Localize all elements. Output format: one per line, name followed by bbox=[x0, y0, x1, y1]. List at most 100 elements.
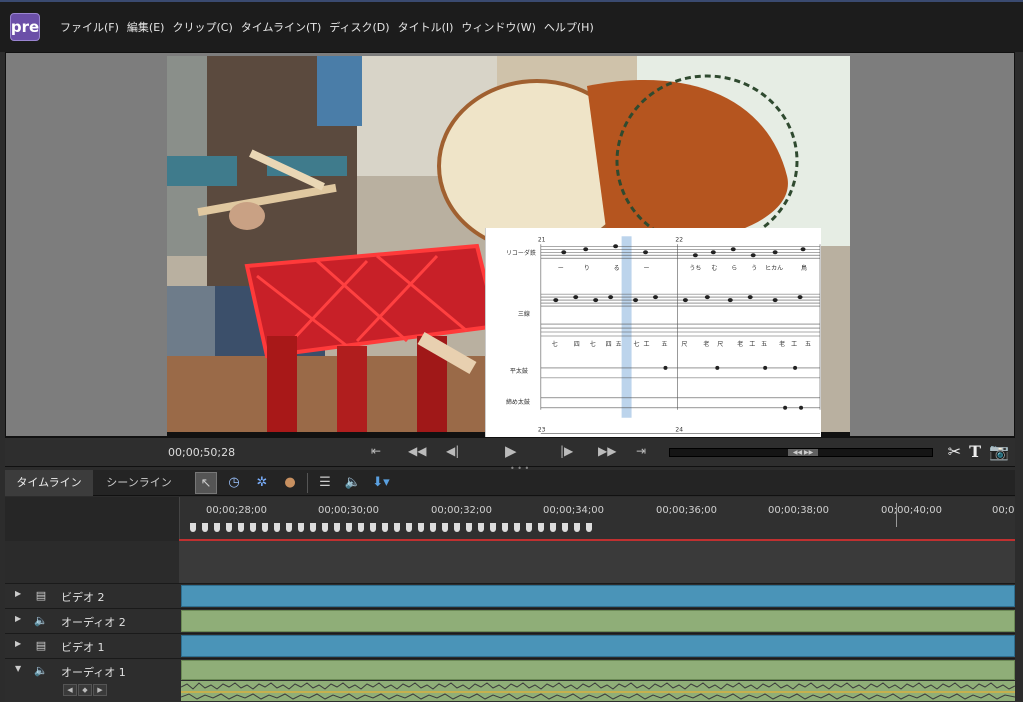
smartmix-icon[interactable]: ● bbox=[279, 472, 301, 494]
play-button[interactable]: ▶ bbox=[505, 442, 517, 460]
video-clip[interactable] bbox=[181, 585, 1015, 607]
beat-marker[interactable] bbox=[478, 523, 484, 532]
speaker-icon: 🔈 bbox=[34, 664, 48, 677]
score-lyric: ー bbox=[644, 265, 650, 272]
audio-clip[interactable] bbox=[181, 610, 1015, 632]
ruler-label: 00;00;30;00 bbox=[318, 505, 380, 516]
track-name: オーディオ 2 bbox=[61, 616, 126, 629]
audio-clip[interactable] bbox=[181, 660, 1015, 680]
beat-marker[interactable] bbox=[586, 523, 592, 532]
smart-trim-icon[interactable]: ✲ bbox=[251, 472, 273, 494]
audio-mixer-icon[interactable]: 🔈▾ bbox=[342, 472, 364, 512]
beat-marker[interactable] bbox=[430, 523, 436, 532]
trim-in-icon[interactable]: ⇤ bbox=[371, 444, 381, 458]
beat-marker[interactable] bbox=[358, 523, 364, 532]
score-tab-char: 工 bbox=[644, 341, 650, 348]
expand-arrow-icon[interactable]: ▶ bbox=[15, 589, 29, 598]
beat-marker[interactable] bbox=[202, 523, 208, 532]
scissors-icon[interactable]: ✂ bbox=[948, 442, 961, 461]
menu-disc[interactable]: ディスク(D) bbox=[329, 19, 389, 35]
beat-marker[interactable] bbox=[382, 523, 388, 532]
menu-help[interactable]: ヘルプ(H) bbox=[544, 19, 594, 35]
score-tab-char: 四 bbox=[574, 341, 580, 348]
beat-marker[interactable] bbox=[406, 523, 412, 532]
beat-marker[interactable] bbox=[334, 523, 340, 532]
speaker-icon: 🔈 bbox=[34, 614, 48, 627]
menu-timeline[interactable]: タイムライン(T) bbox=[241, 19, 322, 35]
score-tab-char: 七 bbox=[590, 340, 596, 348]
beat-marker[interactable] bbox=[454, 523, 460, 532]
tab-sceneline[interactable]: シーンライン bbox=[95, 470, 183, 496]
beat-marker[interactable] bbox=[310, 523, 316, 532]
score-measure-21: 21 bbox=[538, 236, 546, 243]
beat-marker[interactable] bbox=[502, 523, 508, 532]
keyframe-controls: ◀ ◆ ▶ bbox=[63, 684, 107, 696]
fast-forward-icon[interactable]: ▶▶ bbox=[598, 444, 616, 458]
tab-timeline[interactable]: タイムライン bbox=[5, 470, 93, 496]
shuttle-thumb[interactable]: ◀◀ ▶▶ bbox=[788, 449, 818, 456]
beat-marker[interactable] bbox=[238, 523, 244, 532]
beat-marker[interactable] bbox=[226, 523, 232, 532]
video-preview[interactable]: リコーダ鉄 三線 平太鼓 締め太鼓 21 22 23 24 ー り る ー うち… bbox=[167, 56, 850, 437]
timecode-display[interactable]: 00;00;50;28 bbox=[168, 446, 235, 459]
add-keyframe-icon[interactable]: ◆ bbox=[78, 684, 92, 696]
marker-menu-icon[interactable]: ⬇▾ bbox=[370, 472, 392, 494]
rewind-icon[interactable]: ◀◀ bbox=[408, 444, 426, 458]
beat-marker[interactable] bbox=[394, 523, 400, 532]
beat-marker[interactable] bbox=[286, 523, 292, 532]
beat-marker[interactable] bbox=[526, 523, 532, 532]
text-icon[interactable]: T bbox=[969, 442, 981, 461]
score-part-sanshin: 三線 bbox=[518, 310, 530, 318]
ruler-label: 00;0 bbox=[992, 505, 1015, 516]
track-name: ビデオ 1 bbox=[61, 641, 105, 654]
expand-arrow-icon[interactable]: ▶ bbox=[15, 639, 29, 648]
menu-title[interactable]: タイトル(I) bbox=[398, 19, 454, 35]
score-tab-char: 老 bbox=[703, 340, 709, 348]
monitor-tools: ✂ T 📷 bbox=[948, 442, 1009, 461]
beat-marker[interactable] bbox=[514, 523, 520, 532]
expand-arrow-icon[interactable]: ▶ bbox=[15, 614, 29, 623]
time-ruler[interactable]: 00;00;28;00 00;00;30;00 00;00;32;00 00;0… bbox=[179, 497, 1015, 541]
shuttle-slider[interactable]: ◀◀ ▶▶ bbox=[669, 448, 933, 457]
prev-keyframe-icon[interactable]: ◀ bbox=[63, 684, 77, 696]
score-tab-char: 七 bbox=[552, 340, 558, 348]
hover-line bbox=[896, 503, 897, 527]
menu-list: ファイル(F) 編集(E) クリップ(C) タイムライン(T) ディスク(D) … bbox=[60, 19, 594, 35]
menu-clip[interactable]: クリップ(C) bbox=[172, 19, 232, 35]
beat-marker[interactable] bbox=[574, 523, 580, 532]
beat-marker[interactable] bbox=[466, 523, 472, 532]
collapse-arrow-icon[interactable]: ▼ bbox=[15, 664, 29, 673]
beat-marker[interactable] bbox=[214, 523, 220, 532]
beat-marker[interactable] bbox=[190, 523, 196, 532]
menu-file[interactable]: ファイル(F) bbox=[60, 19, 119, 35]
camera-icon[interactable]: 📷 bbox=[989, 442, 1009, 461]
selection-tool-icon[interactable]: ↖ bbox=[195, 472, 217, 494]
beat-marker[interactable] bbox=[346, 523, 352, 532]
beat-marker[interactable] bbox=[370, 523, 376, 532]
score-tab-char: 尺 bbox=[681, 341, 687, 348]
beat-marker[interactable] bbox=[442, 523, 448, 532]
beat-marker[interactable] bbox=[418, 523, 424, 532]
beat-marker[interactable] bbox=[538, 523, 544, 532]
beat-marker[interactable] bbox=[250, 523, 256, 532]
menu-edit[interactable]: 編集(E) bbox=[127, 19, 165, 35]
step-forward-icon[interactable]: |▶ bbox=[560, 444, 573, 458]
time-stretch-icon[interactable]: ◷ bbox=[223, 472, 245, 494]
step-back-icon[interactable]: ◀| bbox=[446, 444, 459, 458]
empty-drop-zone[interactable] bbox=[179, 541, 1015, 583]
beat-marker[interactable] bbox=[274, 523, 280, 532]
score-tab-char: 七 bbox=[634, 340, 640, 348]
beat-marker[interactable] bbox=[550, 523, 556, 532]
markers-list-icon[interactable]: ☰ bbox=[314, 472, 336, 494]
menu-window[interactable]: ウィンドウ(W) bbox=[461, 19, 535, 35]
beat-marker[interactable] bbox=[562, 523, 568, 532]
next-keyframe-icon[interactable]: ▶ bbox=[93, 684, 107, 696]
beat-marker[interactable] bbox=[262, 523, 268, 532]
trim-out-icon[interactable]: ⇥ bbox=[636, 444, 646, 458]
beat-marker[interactable] bbox=[490, 523, 496, 532]
score-tab-char: 老 bbox=[779, 340, 785, 348]
sheet-music-overlay: リコーダ鉄 三線 平太鼓 締め太鼓 21 22 23 24 ー り る ー うち… bbox=[485, 228, 821, 437]
beat-marker[interactable] bbox=[322, 523, 328, 532]
video-clip[interactable] bbox=[181, 635, 1015, 657]
beat-marker[interactable] bbox=[298, 523, 304, 532]
